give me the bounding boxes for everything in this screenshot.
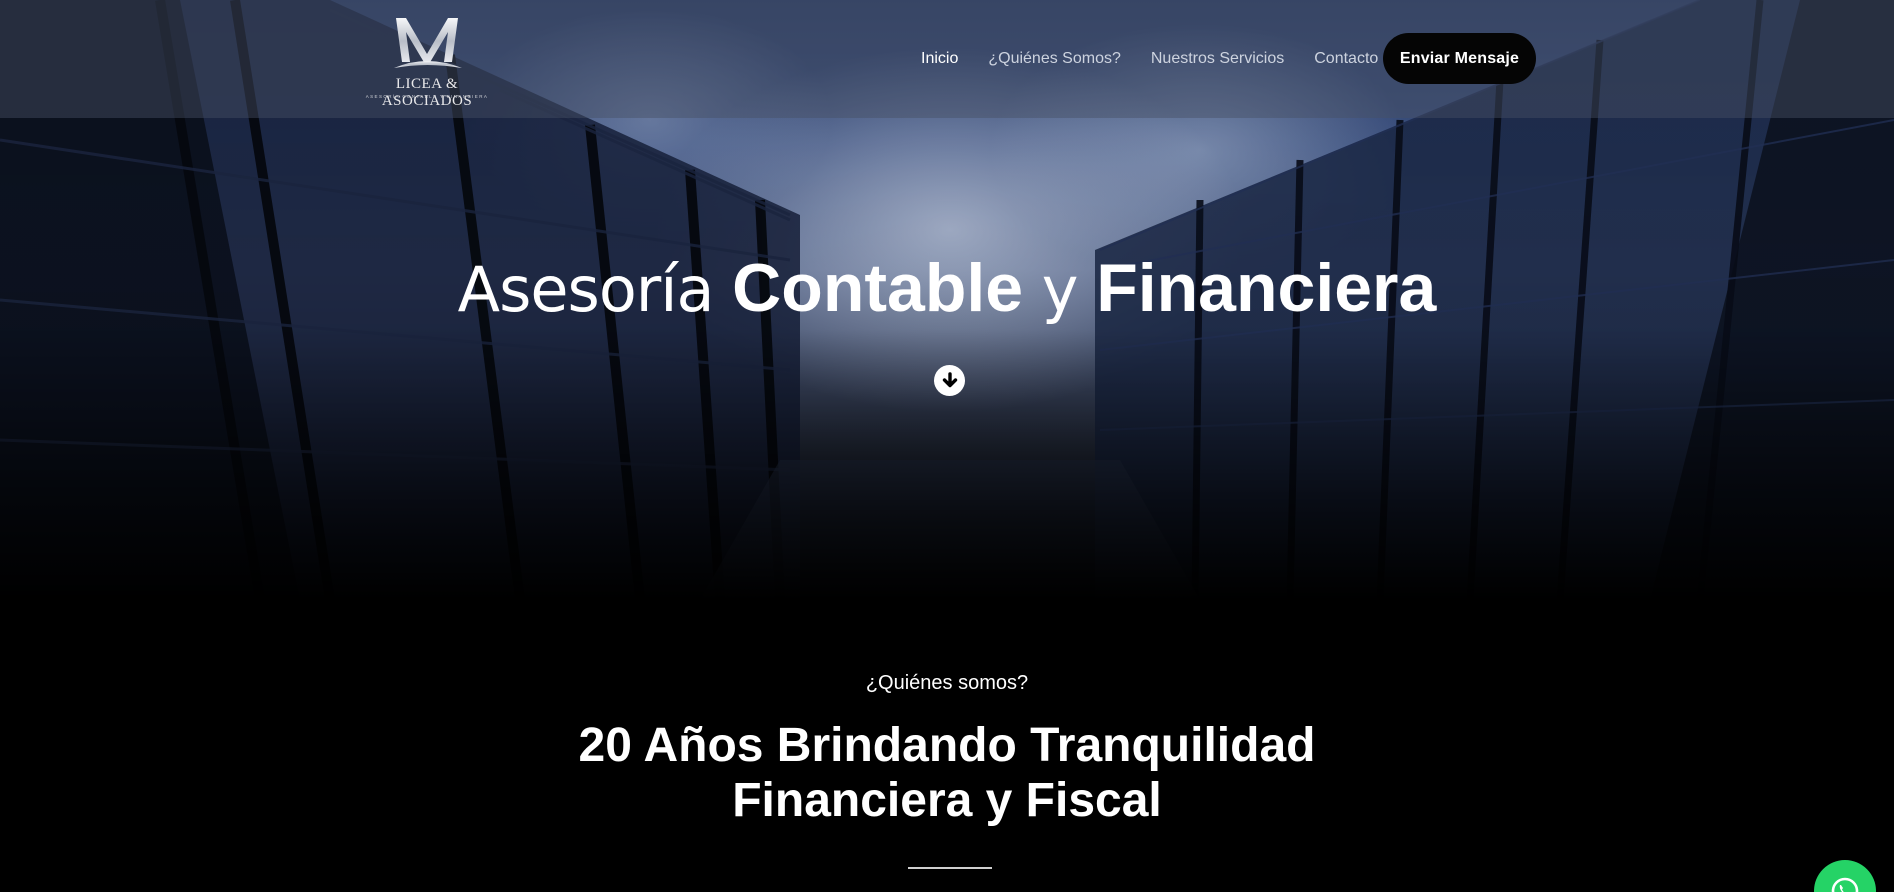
about-title-line-2: Financiera y Fiscal (732, 774, 1162, 827)
nav-item-quienes-somos[interactable]: ¿Quiénes Somos? (988, 50, 1121, 68)
site-header: LICEA & ASOCIADOS ASESORÍA CONTABLE Y FI… (0, 0, 1894, 118)
logo-tagline: ASESORÍA CONTABLE Y FINANCIERA (365, 94, 489, 99)
about-kicker: ¿Quiénes somos? (865, 672, 1029, 694)
arrow-down-circle-icon (942, 371, 957, 387)
hero-title-part-1: Asesoría (457, 253, 733, 326)
hero-title-part-4: Financiera (1096, 250, 1437, 326)
nav-item-inicio[interactable]: Inicio (921, 50, 958, 68)
site-logo[interactable]: LICEA & ASOCIADOS ASESORÍA CONTABLE Y FI… (352, 10, 502, 109)
hero-title-part-3: y (1023, 253, 1097, 326)
nav-item-servicios[interactable]: Nuestros Servicios (1151, 50, 1284, 68)
about-title-line-1: 20 Años Brindando Tranquilidad (578, 719, 1316, 772)
whatsapp-icon (1831, 877, 1859, 892)
scroll-down-button[interactable] (934, 365, 965, 396)
hero-title: Asesoría Contable y Financiera (0, 248, 1894, 330)
send-message-button[interactable]: Enviar Mensaje (1383, 33, 1536, 84)
hero-title-part-2: Contable (732, 250, 1024, 326)
main-nav: Inicio ¿Quiénes Somos? Nuestros Servicio… (921, 0, 1408, 118)
logo-monogram-icon (394, 18, 462, 68)
about-title: 20 Años Brindando Tranquilidad Financier… (0, 718, 1894, 828)
section-divider (908, 867, 992, 869)
logo-wordmark: LICEA & ASOCIADOS (381, 76, 473, 109)
whatsapp-button[interactable] (1814, 860, 1876, 892)
nav-item-contacto[interactable]: Contacto (1314, 50, 1378, 68)
